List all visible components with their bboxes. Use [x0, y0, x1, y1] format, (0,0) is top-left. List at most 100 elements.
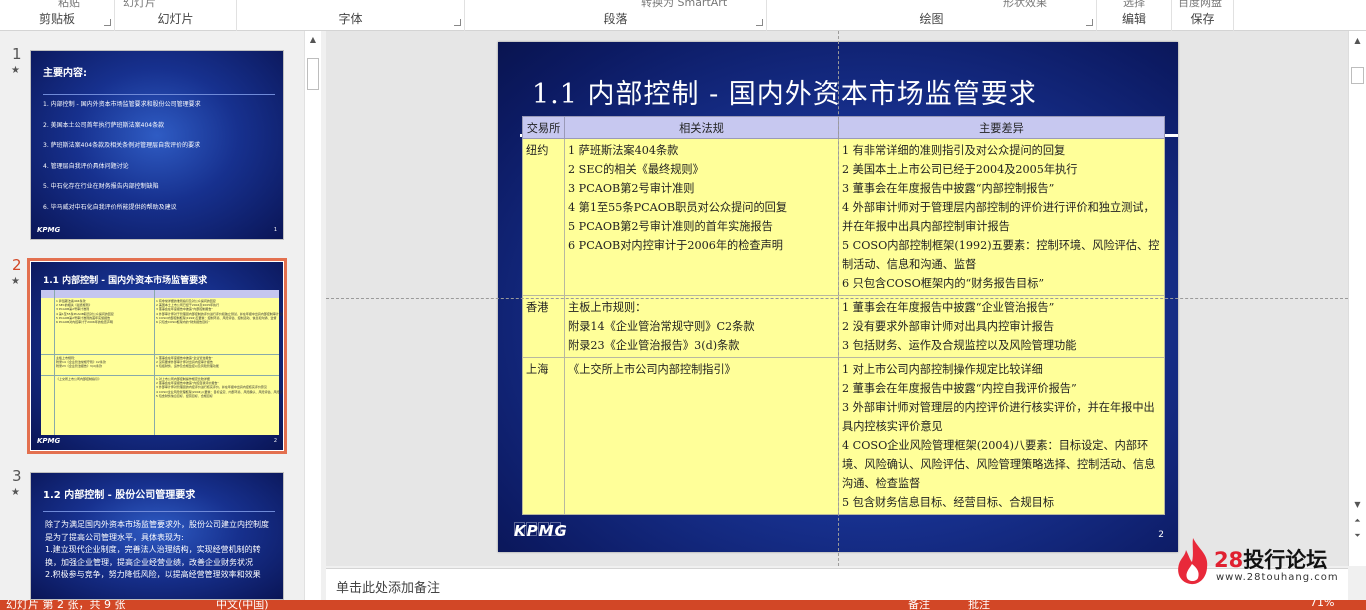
- slide-thumbnail-pane: 1 ★ 主要内容: 1. 内部控制 - 国内外资本市场监管要求和股份公司管理要求…: [0, 31, 323, 600]
- table-header-diffs[interactable]: 主要差异: [838, 116, 1165, 139]
- mini-table-laws: 主板上市规则： 附录14《企业管治常规守则》C2条款 附录23《企业管治报告》3…: [56, 356, 106, 369]
- ribbon-group-paragraph: 转换为 SmartArt 段落: [465, 0, 767, 31]
- slide-number: 2: [12, 256, 22, 274]
- mini-table-diffs: 1 有非常详细的准则指引及对公众提问的回复 2 美国本土上市公司已经于2004及…: [156, 299, 284, 325]
- status-bar: 幻灯片 第 2 张，共 9 张 中文(中国) 备注 批注 71%: [0, 600, 1366, 610]
- watermark-url: www.28touhang.com: [1216, 572, 1339, 583]
- list-item: 6. 毕马威对中石化自我评价所能提供的帮助及建议: [43, 203, 177, 211]
- cell-exchange[interactable]: 香港: [522, 295, 565, 358]
- group-label-paragraph: 段落: [603, 12, 628, 26]
- slide-info: 幻灯片 第 2 张，共 9 张: [6, 600, 126, 610]
- table-header-laws[interactable]: 相关法规: [564, 116, 839, 139]
- ribbon-group-drawing: 形状效果 绘图: [767, 0, 1097, 31]
- group-label-slides: 幻灯片: [157, 12, 194, 26]
- regulation-table[interactable]: 交易所 相关法规 主要差异 纽约 1 萨班斯法案404条款 2 SEC的相关《最…: [522, 116, 1165, 515]
- slide-thumbnail-2[interactable]: 1.1 内部控制 - 国内外资本市场监管要求 1 萨班斯法案404条款 2 SE…: [27, 258, 287, 454]
- kpmg-logo: KPMG: [514, 522, 568, 540]
- cell-laws[interactable]: 《上交所上市公司内部控制指引》: [564, 357, 839, 515]
- notes-placeholder[interactable]: 单击此处添加备注: [336, 577, 440, 596]
- next-slide-icon[interactable]: ⏷: [1349, 531, 1366, 541]
- scroll-down-icon[interactable]: ▼: [1349, 500, 1366, 509]
- thumb-page-number: 2: [273, 438, 277, 444]
- dialog-launcher-icon[interactable]: [1086, 19, 1093, 26]
- scroll-up-icon[interactable]: ▲: [305, 35, 321, 44]
- mini-table-diffs: 1 董事会在年度报告中披露“企业管治报告” 2 没有要求外部审计师对出具内控审计…: [156, 356, 219, 369]
- kpmg-logo: KPMG: [37, 226, 61, 234]
- list-item: 5. 中石化存在行业在财务报告内部控制缺陷: [43, 183, 159, 190]
- table-row: 香港 主板上市规则： 附录14《企业管治常规守则》C2条款 附录23《企业管治报…: [522, 295, 1165, 358]
- thumbnail-scrollbar[interactable]: ▲: [304, 31, 321, 600]
- language-indicator[interactable]: 中文(中国): [216, 600, 269, 610]
- cell-diffs[interactable]: 1 有非常详细的准则指引及对公众提问的回复 2 美国本土上市公司已经于2004及…: [838, 138, 1165, 296]
- dialog-launcher-icon[interactable]: [756, 19, 763, 26]
- cell-exchange[interactable]: 上海: [522, 357, 565, 515]
- mini-table-diffs: 1 对上市公司内部控制操作规定比较详细 2 董事会在年度报告中披露“内控自我评价…: [156, 377, 283, 398]
- ribbon-group-font: 字体: [237, 0, 465, 31]
- mini-table-divider: [41, 375, 279, 376]
- slide-number: 1: [12, 45, 22, 63]
- group-label-drawing: 绘图: [919, 12, 944, 26]
- animation-star-icon: ★: [11, 276, 20, 287]
- horizontal-guide[interactable]: [326, 298, 1348, 299]
- watermark-brand-num: 28: [1214, 548, 1244, 572]
- list-item: 3. 萨班斯法案404条款及相关条例对管理层自我评价的要求: [43, 142, 201, 149]
- table-row: 上海 《上交所上市公司内部控制指引》 1 对上市公司内部控制操作规定比较详细 2…: [522, 357, 1165, 515]
- site-watermark: 28投行论坛 www.28touhang.com: [1170, 536, 1345, 592]
- mini-table-laws: 《上交所上市公司内部控制指引》: [56, 377, 102, 381]
- dialog-launcher-icon[interactable]: [104, 19, 111, 26]
- thumb-title: 1.1 内部控制 - 国内外资本市场监管要求: [43, 276, 208, 286]
- scroll-up-icon[interactable]: ▲: [1349, 36, 1366, 45]
- zoom-level[interactable]: 71%: [1310, 600, 1334, 609]
- animation-star-icon: ★: [11, 65, 20, 76]
- scroll-thumb[interactable]: [1351, 67, 1364, 84]
- vertical-guide[interactable]: [838, 31, 839, 566]
- comments-toggle[interactable]: 批注: [968, 600, 990, 610]
- slide-page-number: 2: [1158, 530, 1164, 540]
- dialog-launcher-icon[interactable]: [454, 19, 461, 26]
- cell-laws[interactable]: 主板上市规则： 附录14《企业管治常规守则》C2条款 附录23《企业管治报告》3…: [564, 295, 839, 358]
- thumb-title: 1.2 内部控制 - 股份公司管理要求: [43, 490, 196, 501]
- slide-title[interactable]: 1.1 内部控制 - 国内外资本市场监管要求: [532, 72, 1037, 111]
- ribbon-group-slides: 幻灯片 幻灯片: [115, 0, 237, 31]
- mini-table-divider: [41, 354, 279, 355]
- kpmg-logo: KPMG: [37, 437, 61, 445]
- mini-table-divider: [54, 290, 55, 435]
- table-header-exchange[interactable]: 交易所: [522, 116, 565, 139]
- ribbon-group-editing: 选择 编辑: [1097, 0, 1172, 31]
- cell-exchange[interactable]: 纽约: [522, 138, 565, 296]
- watermark-brand: 28投行论坛: [1214, 544, 1327, 574]
- cell-diffs[interactable]: 1 对上市公司内部控制操作规定比较详细 2 董事会在年度报告中披露“内控自我评价…: [838, 357, 1165, 515]
- list-item: 1. 内部控制 - 国内外资本市场监管要求和股份公司管理要求: [43, 101, 201, 108]
- smartart-button[interactable]: 转换为 SmartArt: [641, 0, 727, 10]
- ribbon: 粘贴 剪贴板 幻灯片 幻灯片 字体 转换为 SmartArt 段落 形状效果 绘…: [0, 0, 1366, 31]
- ribbon-group-save: 百度网盘 保存: [1172, 0, 1234, 31]
- editor-scrollbar[interactable]: ▲ ▼ ⏶ ⏷: [1348, 31, 1366, 566]
- thumb-divider: [43, 511, 275, 512]
- thumb-title: 主要内容:: [43, 68, 87, 79]
- thumb-body: 除了为满足国内外资本市场监管要求外，股份公司建立内控制度是为了提高公司管理水平，…: [45, 520, 269, 579]
- thumb-list: 1. 内部控制 - 国内外资本市场监管要求和股份公司管理要求 2. 美国本土公司…: [43, 95, 201, 218]
- mini-table-laws: 1 萨班斯法案404条款 2 SEC的相关《最终规则》 3 PCAOB第2号审计…: [56, 299, 114, 325]
- mini-table-header: [41, 290, 279, 298]
- scroll-thumb[interactable]: [307, 58, 319, 90]
- cell-diffs[interactable]: 1 董事会在年度报告中披露“企业管治报告” 2 没有要求外部审计师对出具内控审计…: [838, 295, 1165, 358]
- new-slide-button[interactable]: 幻灯片: [123, 0, 156, 10]
- slide-thumbnail-1[interactable]: 主要内容: 1. 内部控制 - 国内外资本市场监管要求和股份公司管理要求 2. …: [30, 50, 284, 240]
- shape-effects-button[interactable]: 形状效果: [1003, 0, 1047, 10]
- cell-laws[interactable]: 1 萨班斯法案404条款 2 SEC的相关《最终规则》 3 PCAOB第2号审计…: [564, 138, 839, 296]
- list-item: 4. 管理层自我评价具体问题讨论: [43, 162, 129, 170]
- flame-logo-icon: [1178, 538, 1208, 585]
- group-label-font: 字体: [338, 12, 363, 26]
- paste-button[interactable]: 粘贴: [58, 0, 80, 10]
- mini-table: 1 萨班斯法案404条款 2 SEC的相关《最终规则》 3 PCAOB第2号审计…: [41, 290, 283, 435]
- watermark-brand-text: 投行论坛: [1243, 548, 1328, 572]
- slide-thumbnail-3[interactable]: 1.2 内部控制 - 股份公司管理要求 除了为满足国内外资本市场监管要求外，股份…: [30, 472, 284, 600]
- slide-number: 3: [12, 467, 22, 485]
- previous-slide-icon[interactable]: ⏶: [1349, 516, 1366, 526]
- baidu-netdisk-button[interactable]: 百度网盘: [1178, 0, 1222, 10]
- notes-toggle[interactable]: 备注: [908, 600, 930, 610]
- slide-editor[interactable]: 1.1 内部控制 - 国内外资本市场监管要求 交易所 相关法规 主要差异 纽约 …: [326, 31, 1348, 566]
- group-label-editing: 编辑: [1121, 12, 1146, 26]
- mini-table-divider: [154, 290, 155, 435]
- select-button[interactable]: 选择: [1123, 0, 1145, 10]
